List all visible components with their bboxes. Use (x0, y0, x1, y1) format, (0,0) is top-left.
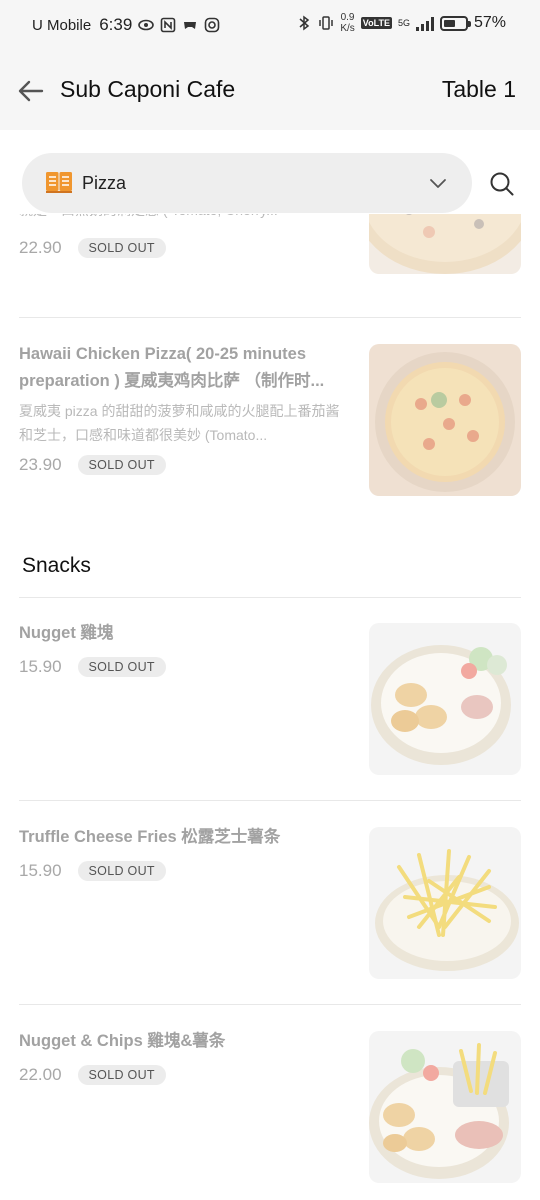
signal-icon (415, 15, 434, 31)
item-divider (19, 317, 521, 318)
status-bar: U Mobile 6:39 0.9 K/s VoLTE 5G 57% (0, 0, 540, 52)
fries-image (369, 827, 521, 979)
sold-out-badge: SOLD OUT (77, 657, 166, 677)
menu-book-icon (46, 172, 72, 193)
volte-badge: VoLTE (360, 17, 392, 29)
speed-unit: K/s (340, 23, 355, 34)
network-type: 5G (397, 18, 410, 28)
section-title-snacks: Snacks (22, 554, 91, 577)
restaurant-title: Sub Caponi Cafe (60, 76, 236, 102)
eye-icon (138, 19, 155, 31)
sold-out-badge: SOLD OUT (77, 455, 166, 475)
category-label: Pizza (82, 173, 127, 193)
speed-value: 0.9 (340, 12, 355, 23)
nfc-icon (160, 17, 176, 33)
game-icon (184, 22, 197, 29)
item-price: 15.90 (19, 657, 62, 676)
item-description: 就是一口熟鹅的满足感 ( Tomato, Cherry... (19, 214, 349, 222)
menu-item-partial[interactable]: 就是一口熟鹅的满足感 ( Tomato, Cherry... 22.90 SOL… (19, 214, 521, 294)
table-label: Table 1 (441, 76, 516, 102)
item-divider (19, 1004, 521, 1005)
category-dropdown[interactable]: Pizza (22, 153, 472, 213)
item-name: Nugget & Chips 雞塊&薯条 (19, 1032, 226, 1050)
carrier-label: U Mobile (32, 16, 92, 34)
section-divider (19, 597, 521, 598)
status-right: 0.9 K/s VoLTE 5G 57% (296, 12, 506, 34)
status-left: U Mobile 6:39 (32, 15, 220, 35)
nugget-chips-image (369, 1031, 521, 1183)
hawaii-pizza-image (369, 344, 521, 496)
item-name: Hawaii Chicken Pizza( 20-25 minutes prep… (19, 345, 325, 390)
menu-list: 就是一口熟鹅的满足感 ( Tomato, Cherry... 22.90 SOL… (0, 214, 540, 1200)
app-header: Sub Caponi Cafe Table 1 (0, 52, 540, 130)
item-price: 22.90 (19, 238, 62, 257)
sold-out-badge: SOLD OUT (77, 238, 166, 258)
search-icon[interactable] (488, 170, 516, 198)
item-description: 夏威夷 pizza 的甜甜的菠萝和咸咸的火腿配上番茄酱和芝士，口感和味道都很美妙… (19, 403, 340, 443)
battery-icon (439, 15, 471, 31)
item-price: 22.00 (19, 1065, 62, 1084)
nugget-image (369, 623, 521, 775)
item-price: 15.90 (19, 861, 62, 880)
item-name: Nugget 雞塊 (19, 624, 114, 642)
sold-out-badge: SOLD OUT (77, 861, 166, 881)
menu-item-nugget[interactable]: Nugget 雞塊 15.90 SOLD OUT (19, 620, 521, 775)
back-arrow-icon[interactable] (16, 76, 46, 106)
menu-content: Pizza 就是一口熟鹅的满足感 ( Tomato, Cherry... 22.… (0, 130, 540, 1200)
item-price: 23.90 (19, 455, 62, 474)
sold-out-badge: SOLD OUT (77, 1065, 166, 1085)
item-divider (19, 800, 521, 801)
chevron-down-icon (430, 179, 446, 188)
menu-item-nugget-chips[interactable]: Nugget & Chips 雞塊&薯条 22.00 SOLD OUT (19, 1028, 521, 1183)
bluetooth-icon (299, 15, 310, 31)
menu-item-hawaii-pizza[interactable]: Hawaii Chicken Pizza( 20-25 minutes prep… (19, 341, 521, 496)
pizza-image (369, 214, 521, 274)
instagram-icon (204, 17, 220, 33)
item-name: Truffle Cheese Fries 松露芝士薯条 (19, 828, 281, 846)
clock: 6:39 (99, 15, 133, 34)
menu-item-truffle-fries[interactable]: Truffle Cheese Fries 松露芝士薯条 15.90 SOLD O… (19, 824, 521, 979)
vibrate-icon (319, 16, 334, 30)
battery-percent: 57% (473, 14, 506, 31)
network-speed: 0.9 K/s (340, 12, 354, 34)
